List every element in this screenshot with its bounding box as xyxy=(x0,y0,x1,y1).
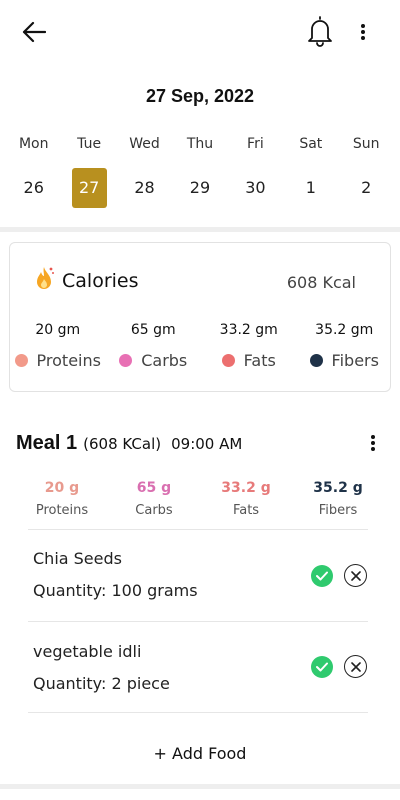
day-name: Sat xyxy=(299,136,323,152)
day-sun[interactable]: Sun 2 xyxy=(339,132,394,208)
calories-label: Calories xyxy=(62,270,139,292)
day-number: 1 xyxy=(305,178,316,197)
meal-macro-fibers: 35.2 g Fibers xyxy=(292,478,384,518)
day-name: Mon xyxy=(18,136,49,152)
top-bar xyxy=(0,0,400,64)
meal-name: Meal 1 xyxy=(16,432,78,454)
meal-macro-value: 33.2 g xyxy=(221,480,271,496)
macro-legend: Proteins xyxy=(10,351,106,370)
more-options-icon[interactable] xyxy=(352,17,374,47)
meal-macro-value: 35.2 g xyxy=(313,480,363,496)
day-fri[interactable]: Fri 30 xyxy=(228,132,283,208)
day-name: Fri xyxy=(247,136,264,152)
food-actions xyxy=(311,655,367,678)
macro-label: Proteins xyxy=(36,351,101,370)
meal-macros: 20 g Proteins 65 g Carbs 33.2 g Fats 35.2 g… xyxy=(16,478,384,518)
day-number: 2 xyxy=(361,178,372,197)
macro-label: Fibers xyxy=(331,351,379,370)
day-name: Tue xyxy=(77,136,102,152)
calories-total: 608 Kcal xyxy=(286,273,356,292)
divider xyxy=(28,529,368,530)
meal-macro-carbs: 65 g Carbs xyxy=(108,478,200,518)
check-icon[interactable] xyxy=(311,655,333,678)
day-name: Wed xyxy=(129,136,160,152)
divider xyxy=(28,712,368,713)
macro-legend: Fats xyxy=(201,351,297,370)
macro-value: 65 gm xyxy=(130,322,176,338)
macro-label: Fats xyxy=(243,351,276,370)
meal-kcal: (608 KCal) xyxy=(83,435,162,453)
day-tue[interactable]: Tue 27 xyxy=(61,132,116,208)
day-number-selected: 27 xyxy=(71,168,107,208)
macro-legend: Fibers xyxy=(297,351,393,370)
flame-icon xyxy=(32,265,56,297)
day-number: 26 xyxy=(23,178,44,197)
remove-icon[interactable] xyxy=(344,564,367,587)
macro-value: 35.2 gm xyxy=(315,322,374,338)
back-arrow-icon[interactable] xyxy=(18,17,50,47)
day-name: Sun xyxy=(352,136,380,152)
meal-macro-fats: 33.2 g Fats xyxy=(200,478,292,518)
macro-fibers: 35.2 gm Fibers xyxy=(297,319,393,370)
meal-macro-value: 20 g xyxy=(44,480,80,496)
day-mon[interactable]: Mon 26 xyxy=(6,132,61,208)
food-actions xyxy=(311,564,367,587)
calories-header: Calories xyxy=(32,265,139,297)
meal-time: 09:00 AM xyxy=(171,435,243,453)
carbs-dot-icon xyxy=(119,354,133,367)
fats-dot-icon xyxy=(221,354,235,367)
meal-macro-label: Fats xyxy=(232,503,260,518)
date-title: 27 Sep, 2022 xyxy=(145,86,255,106)
macro-proteins: 20 gm Proteins xyxy=(10,319,106,370)
proteins-dot-icon xyxy=(14,354,28,367)
macro-legend: Carbs xyxy=(106,351,202,370)
meal-macro-label: Proteins xyxy=(35,503,89,518)
macro-value: 20 gm xyxy=(35,322,81,338)
day-sat[interactable]: Sat 1 xyxy=(283,132,338,208)
meal-macro-label: Fibers xyxy=(318,503,358,518)
day-thu[interactable]: Thu 29 xyxy=(172,132,227,208)
day-number: 30 xyxy=(245,178,266,197)
section-divider xyxy=(0,784,400,789)
calories-card: Calories 608 Kcal 20 gm Proteins 65 gm C… xyxy=(9,242,391,392)
check-icon[interactable] xyxy=(311,564,333,587)
macro-carbs: 65 gm Carbs xyxy=(106,319,202,370)
meal-macro-proteins: 20 g Proteins xyxy=(16,478,108,518)
divider xyxy=(28,621,368,622)
meal-macro-label: Carbs xyxy=(135,503,173,518)
day-number: 28 xyxy=(134,178,155,197)
macro-label: Carbs xyxy=(141,351,188,370)
meal-macro-value: 65 g xyxy=(136,480,172,496)
week-strip: Mon 26 Tue 27 Wed 28 Thu 29 Fri 30 Sat 1 Sun 2 xyxy=(6,132,394,208)
section-divider xyxy=(0,227,400,232)
day-name: Thu xyxy=(186,136,214,152)
macro-summary: 20 gm Proteins 65 gm Carbs 33.2 gm Fats … xyxy=(10,319,392,370)
macro-fats: 33.2 gm Fats xyxy=(201,319,297,370)
remove-icon[interactable] xyxy=(344,655,367,678)
fibers-dot-icon xyxy=(309,354,323,367)
macro-value: 33.2 gm xyxy=(219,322,278,338)
add-food-button[interactable]: + Add Food xyxy=(0,744,400,763)
day-wed[interactable]: Wed 28 xyxy=(117,132,172,208)
meal-options-icon[interactable] xyxy=(362,430,384,456)
day-number: 29 xyxy=(189,178,211,197)
bell-icon[interactable] xyxy=(304,13,336,49)
meal-header: Meal 1 (608 KCal) 09:00 AM xyxy=(16,432,242,455)
